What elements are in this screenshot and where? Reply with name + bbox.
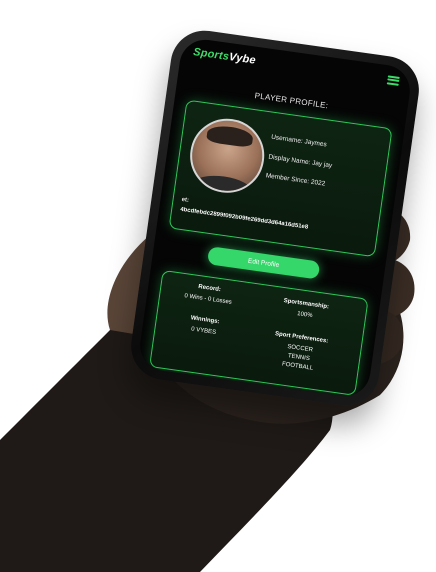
winnings-stat: Winnings: 0 VYBES — [164, 312, 246, 340]
member-since-text: Member Since: 2022 — [265, 172, 326, 188]
record-stat: Record: 0 Wins - 0 Losses — [168, 280, 250, 308]
profile-card: Username: Jaymes Display Name: Jay jay M… — [168, 99, 393, 258]
app-screen: SportsVybe PLAYER PROFILE: Username: Jay… — [136, 36, 414, 400]
profile-info: Username: Jaymes Display Name: Jay jay M… — [263, 133, 382, 209]
wallet-address: 4bcdfebdc2899f092b09fe269dd3d64a16d51e8 — [179, 206, 309, 231]
display-name-text: Display Name: Jay jay — [268, 153, 333, 169]
phone-device: SportsVybe PLAYER PROFILE: Username: Jay… — [126, 26, 424, 410]
sportsmanship-stat: Sportsmanship: 100% — [255, 294, 356, 325]
username-text: Username: Jaymes — [270, 133, 328, 149]
logo-vybe: Vybe — [228, 51, 257, 67]
avatar — [185, 113, 269, 198]
edit-profile-button[interactable]: Edit Profile — [206, 246, 321, 280]
sport-preferences: Sport Preferences: SOCCER TENNIS FOOTBAL… — [248, 328, 352, 377]
app-logo[interactable]: SportsVybe — [192, 46, 256, 67]
hamburger-menu-icon[interactable] — [386, 74, 400, 86]
wallet-label: et: — [181, 196, 190, 204]
logo-sports: Sports — [192, 46, 230, 63]
